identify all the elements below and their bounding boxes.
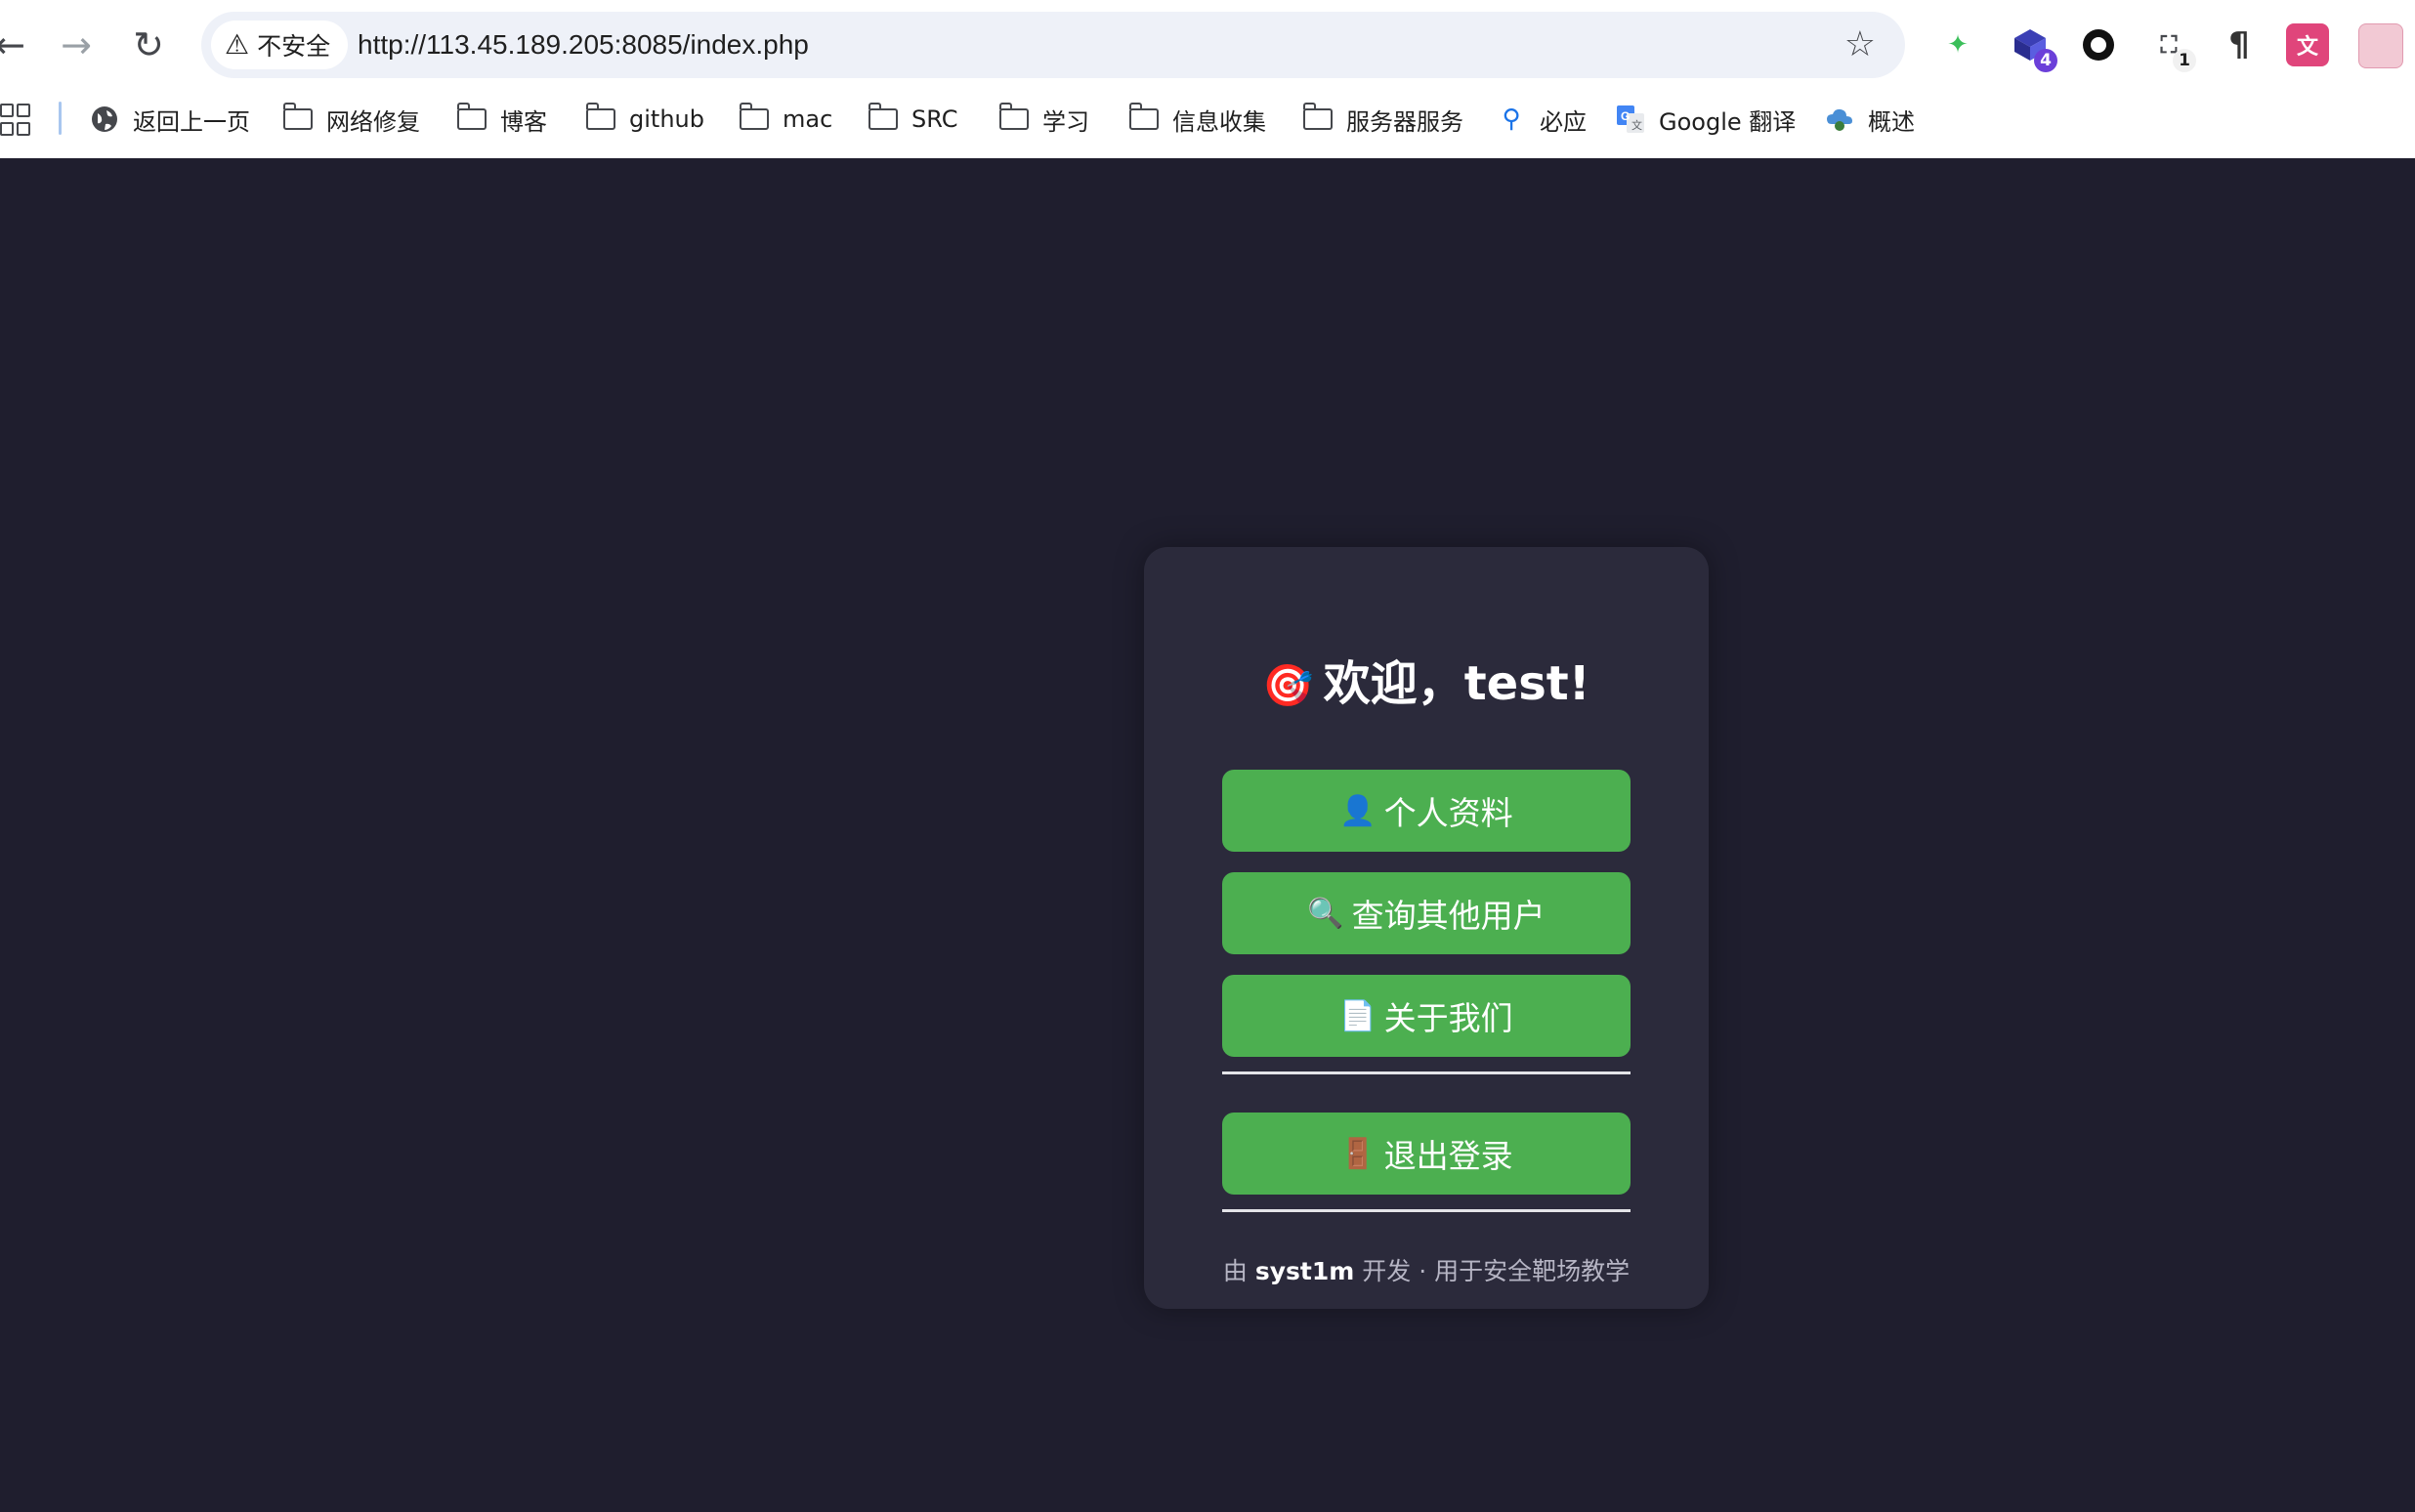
security-label: 不安全 (257, 32, 331, 61)
about-us-button[interactable]: 📄 关于我们 (1222, 975, 1631, 1057)
welcome-text: 欢迎，test! (1323, 656, 1590, 711)
bookmark-google-translate[interactable]: G 文 Google 翻译 (1616, 98, 1796, 141)
svg-text:文: 文 (1631, 118, 1642, 132)
pilcrow-icon: ¶ (2228, 25, 2250, 64)
translate-icon: 文 (2296, 35, 2318, 60)
search-icon: ⚲ (1502, 105, 1521, 134)
forward-button[interactable]: → (53, 21, 100, 68)
security-indicator[interactable]: ⚠ 不安全 (211, 21, 349, 69)
globe-icon (90, 105, 119, 134)
bookmark-folder-server[interactable]: 服务器服务 (1302, 98, 1463, 141)
bookmark-folder-mac[interactable]: mac (739, 98, 833, 141)
footer-credit: 由 syst1m 开发 · 用于安全靶场教学 (1144, 1252, 1709, 1287)
translate-extension-icon[interactable]: 文 (2286, 23, 2329, 66)
folder-icon (868, 103, 898, 130)
folder-icon (739, 103, 769, 130)
footer-author: syst1m (1254, 1257, 1355, 1285)
bookmark-label: github (629, 105, 704, 133)
bookmark-bing[interactable]: ⚲ 必应 (1497, 98, 1587, 141)
bookmark-label: 网络修复 (326, 107, 420, 136)
bookmark-label: 信息收集 (1172, 107, 1266, 136)
browser-toolbar: ← → ↻ ⚠ 不安全 http://113.45.189.205:8085/i… (0, 0, 2415, 90)
cloud-icon (1825, 105, 1854, 134)
address-bar[interactable]: ⚠ 不安全 http://113.45.189.205:8085/index.p… (201, 12, 1905, 78)
bookmark-star-icon[interactable]: ☆ (1844, 12, 1876, 78)
footer-prefix: 由 (1222, 1257, 1248, 1285)
folder-icon (1302, 103, 1333, 130)
bookmark-back[interactable]: 返回上一页 (90, 98, 250, 141)
url-text[interactable]: http://113.45.189.205:8085/index.php (358, 12, 809, 78)
bookmark-folder-blog[interactable]: 博客 (456, 98, 547, 141)
magnifier-icon: 🔍 (1307, 896, 1344, 931)
welcome-card: 🎯 欢迎，test! 👤 个人资料 🔍 查询其他用户 📄 关于我们 🚪 退出登录 … (1144, 547, 1709, 1309)
door-icon: 🚪 (1339, 1136, 1377, 1171)
folder-icon (456, 103, 487, 130)
bookmark-folder-study[interactable]: 学习 (998, 98, 1089, 141)
bookmark-folder-network[interactable]: 网络修复 (282, 98, 420, 141)
logout-button-label: 退出登录 (1383, 1137, 1513, 1175)
bookmark-label: 博客 (500, 107, 547, 136)
bookmark-overview[interactable]: 概述 (1825, 98, 1915, 141)
folder-icon (1128, 103, 1159, 130)
divider (1222, 1071, 1631, 1074)
svg-text:G: G (1621, 109, 1630, 123)
ring-icon (2083, 29, 2114, 61)
extension-badge: 1 (2173, 49, 2196, 72)
bookmark-label: 概述 (1868, 107, 1915, 136)
user-icon: 👤 (1339, 793, 1377, 828)
apps-grid-icon[interactable] (0, 104, 30, 136)
footer-suffix: 开发 · 用于安全靶场教学 (1362, 1257, 1631, 1285)
page-content: 🎯 欢迎，test! 👤 个人资料 🔍 查询其他用户 📄 关于我们 🚪 退出登录 … (0, 158, 2415, 1512)
bookmark-folder-src[interactable]: SRC (868, 98, 958, 141)
bookmark-label: Google 翻译 (1659, 107, 1797, 136)
document-icon: 📄 (1339, 998, 1377, 1033)
profile-avatar[interactable] (2358, 23, 2403, 68)
target-icon: 🎯 (1262, 661, 1314, 709)
bookmarks-bar: 返回上一页 网络修复 博客 github mac SRC 学习 信息收集 服务器… (0, 90, 2415, 159)
bookmarks-separator (59, 102, 62, 135)
cube-extension-icon[interactable]: 4 (2009, 23, 2057, 72)
logout-button[interactable]: 🚪 退出登录 (1222, 1113, 1631, 1195)
bookmark-label: mac (783, 105, 833, 133)
welcome-title: 🎯 欢迎，test! (1144, 645, 1709, 713)
warning-icon: ⚠ (225, 28, 250, 61)
bookmark-label: 返回上一页 (133, 107, 250, 136)
profile-button[interactable]: 👤 个人资料 (1222, 770, 1631, 852)
profile-button-label: 个人资料 (1383, 794, 1513, 832)
arrow-right-icon: → (61, 23, 92, 66)
bookmark-label: 学习 (1042, 107, 1089, 136)
bookmark-label: SRC (911, 105, 958, 133)
bookmark-folder-recon[interactable]: 信息收集 (1128, 98, 1266, 141)
leaf-extension-icon[interactable]: ✦ (1936, 23, 1979, 66)
extension-badge: 4 (2034, 49, 2057, 72)
reload-icon: ↻ (133, 23, 164, 66)
bookmark-label: 必应 (1540, 107, 1587, 136)
folder-icon (998, 103, 1029, 130)
google-translate-icon: G 文 (1616, 105, 1645, 134)
folder-icon (282, 103, 313, 130)
divider (1222, 1209, 1631, 1212)
search-users-button[interactable]: 🔍 查询其他用户 (1222, 872, 1631, 954)
paragraph-extension-icon[interactable]: ¶ (2218, 23, 2261, 66)
scan-extension-icon[interactable]: ⛶ 1 (2147, 23, 2196, 72)
reload-button[interactable]: ↻ (125, 21, 172, 68)
bookmark-folder-github[interactable]: github (585, 98, 704, 141)
about-us-button-label: 关于我们 (1383, 999, 1513, 1037)
arrow-left-icon: ← (0, 23, 25, 66)
back-button[interactable]: ← (0, 21, 33, 68)
bookmark-label: 服务器服务 (1346, 107, 1463, 136)
search-users-button-label: 查询其他用户 (1351, 897, 1546, 935)
folder-icon (585, 103, 615, 130)
circle-extension-icon[interactable] (2077, 23, 2120, 66)
